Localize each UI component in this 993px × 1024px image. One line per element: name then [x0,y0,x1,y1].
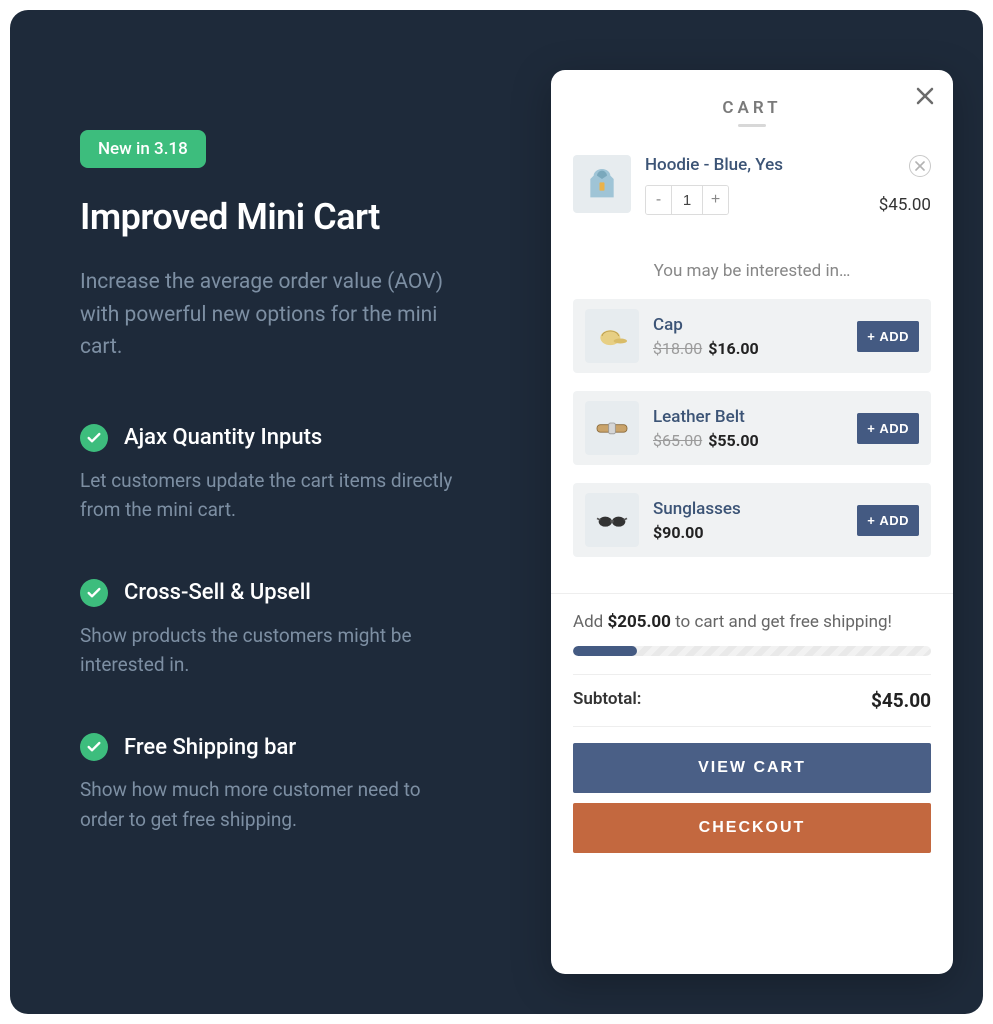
view-cart-button[interactable]: VIEW CART [573,743,931,793]
title-underline [738,124,766,127]
version-badge: New in 3.18 [80,130,206,168]
product-thumb-hoodie [573,155,631,213]
feature-title: Ajax Quantity Inputs [124,425,322,450]
recommendation-item: Cap $18.00 $16.00 + ADD [573,299,931,373]
recommendation-item: Sunglasses $90.00 + ADD [573,483,931,557]
reco-new-price: $16.00 [708,339,759,358]
quantity-stepper[interactable]: - + [645,185,729,215]
reco-name: Leather Belt [653,407,843,427]
check-icon [80,424,108,452]
subtotal-value: $45.00 [871,689,931,712]
product-thumb-cap [585,309,639,363]
plus-icon: + [867,329,875,344]
reco-old-price: $18.00 [653,339,702,358]
add-label: ADD [879,329,909,344]
free-shipping-progress [573,646,931,656]
feature-title: Free Shipping bar [124,735,296,760]
cart-title: CART [573,98,931,118]
progress-fill [573,646,637,656]
feature-title: Cross-Sell & Upsell [124,580,311,605]
ship-prefix: Add [573,612,607,632]
feature-cross-sell: Cross-Sell & Upsell Show products the cu… [80,579,460,680]
promo-headline: Improved Mini Cart [80,196,531,238]
product-thumb-belt [585,401,639,455]
cart-item-price: $45.00 [879,195,931,215]
feature-free-shipping: Free Shipping bar Show how much more cus… [80,733,460,834]
qty-increase-button[interactable]: + [702,186,728,214]
recommendations-heading: You may be interested in… [573,261,931,281]
qty-decrease-button[interactable]: - [646,186,672,214]
feature-desc: Show products the customers might be int… [80,621,460,680]
add-label: ADD [879,513,909,528]
plus-icon: + [867,421,875,436]
remove-item-button[interactable] [909,155,931,177]
feature-desc: Let customers update the cart items dire… [80,466,460,525]
close-icon[interactable] [913,84,937,108]
reco-old-price: $65.00 [653,431,702,450]
feature-ajax-qty: Ajax Quantity Inputs Let customers updat… [80,424,460,525]
feature-desc: Show how much more customer need to orde… [80,775,460,834]
subtotal-label: Subtotal: [573,689,641,712]
page-stage: New in 3.18 Improved Mini Cart Increase … [10,10,983,1014]
promo-column: New in 3.18 Improved Mini Cart Increase … [80,70,531,974]
reco-new-price: $55.00 [708,431,759,450]
free-shipping-text: Add $205.00 to cart and get free shippin… [573,612,931,632]
cart-line-item: Hoodie - Blue, Yes - + $45.00 [573,155,931,215]
ship-suffix: to cart and get free shipping! [671,612,892,632]
reco-new-price: $90.00 [653,523,704,542]
reco-name: Sunglasses [653,499,843,519]
ship-amount: $205.00 [607,612,670,632]
recommendation-item: Leather Belt $65.00 $55.00 + ADD [573,391,931,465]
check-icon [80,579,108,607]
plus-icon: + [867,513,875,528]
qty-input[interactable] [672,186,702,214]
check-icon [80,733,108,761]
reco-name: Cap [653,315,843,335]
mini-cart-panel: CART Hoodie - Blue, Yes - + $45.00 [551,70,953,974]
promo-lead: Increase the average order value (AOV) w… [80,266,460,364]
cart-item-name: Hoodie - Blue, Yes [645,155,865,175]
product-thumb-sunglasses [585,493,639,547]
add-to-cart-button[interactable]: + ADD [857,413,919,444]
add-label: ADD [879,421,909,436]
subtotal-row: Subtotal: $45.00 [573,674,931,727]
divider [551,593,953,594]
add-to-cart-button[interactable]: + ADD [857,321,919,352]
add-to-cart-button[interactable]: + ADD [857,505,919,536]
checkout-button[interactable]: CHECKOUT [573,803,931,853]
